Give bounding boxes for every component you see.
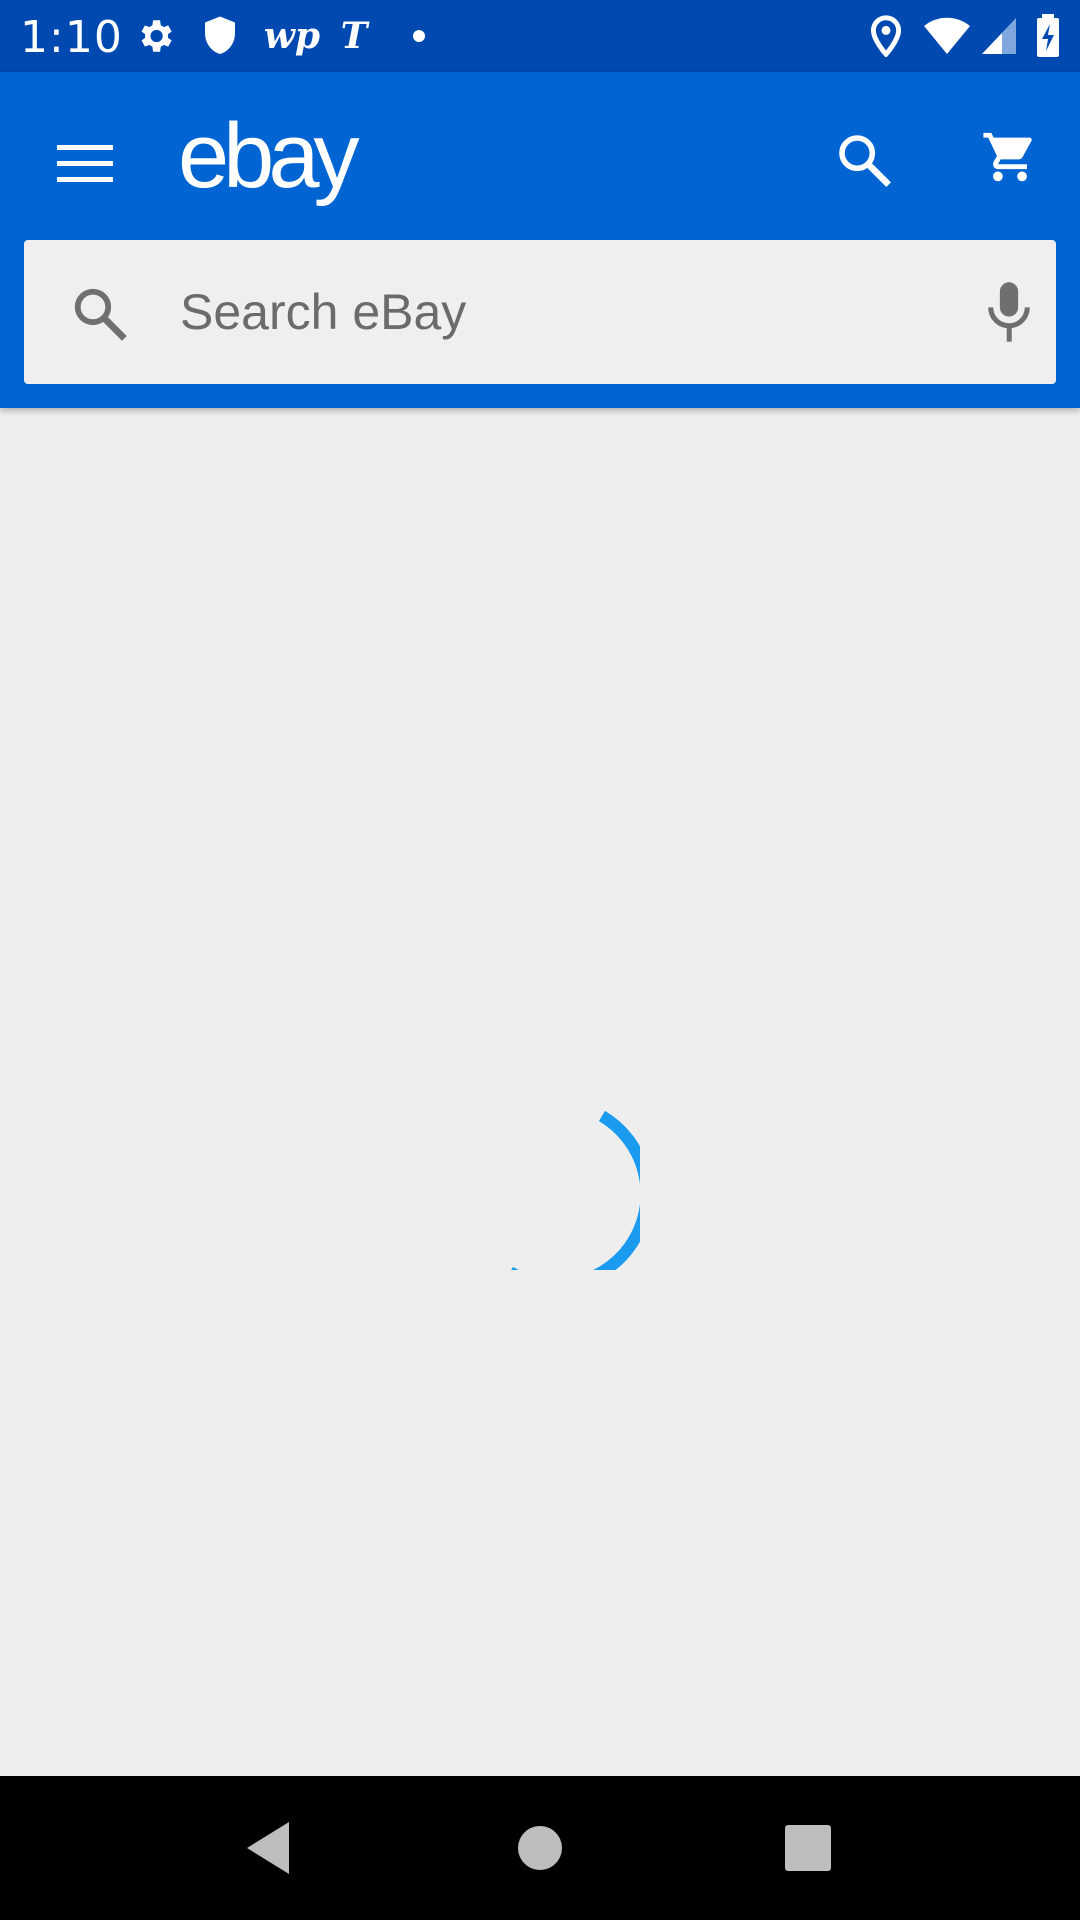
dot-icon	[410, 14, 428, 58]
home-button[interactable]	[504, 1812, 576, 1884]
menu-button[interactable]	[50, 128, 120, 198]
battery-charging-icon	[1030, 14, 1066, 58]
loading-spinner	[511, 1110, 640, 1270]
wifi-icon	[922, 14, 972, 58]
shield-icon	[200, 14, 240, 58]
recents-button[interactable]	[772, 1812, 844, 1884]
microphone-icon	[988, 282, 1030, 342]
washington-post-icon: wp	[263, 15, 321, 57]
ebay-logo[interactable]: ebay	[178, 110, 359, 202]
nyt-icon: T	[340, 15, 368, 57]
search-field-icon	[64, 278, 134, 348]
navigation-bar	[0, 1776, 1080, 1920]
cart-button[interactable]	[975, 122, 1045, 192]
app-bar: ebay	[0, 72, 1080, 408]
recents-icon	[785, 1825, 831, 1871]
search-icon	[839, 135, 891, 187]
search-input[interactable]	[180, 276, 940, 348]
voice-search-button[interactable]	[974, 276, 1044, 348]
cart-icon	[983, 132, 1032, 182]
hamburger-menu-icon	[57, 145, 113, 182]
appbar-search-button[interactable]	[828, 124, 898, 194]
gear-icon	[132, 14, 178, 58]
status-bar: 1:10 wp T	[0, 0, 1080, 72]
back-button[interactable]	[232, 1812, 304, 1884]
search-bar[interactable]	[24, 240, 1056, 384]
home-icon	[518, 1826, 562, 1870]
back-icon	[247, 1822, 289, 1874]
location-icon	[866, 14, 906, 58]
search-icon	[74, 288, 127, 341]
content-area	[0, 408, 1080, 1776]
signal-icon	[978, 14, 1018, 58]
status-time: 1:10	[20, 12, 123, 63]
